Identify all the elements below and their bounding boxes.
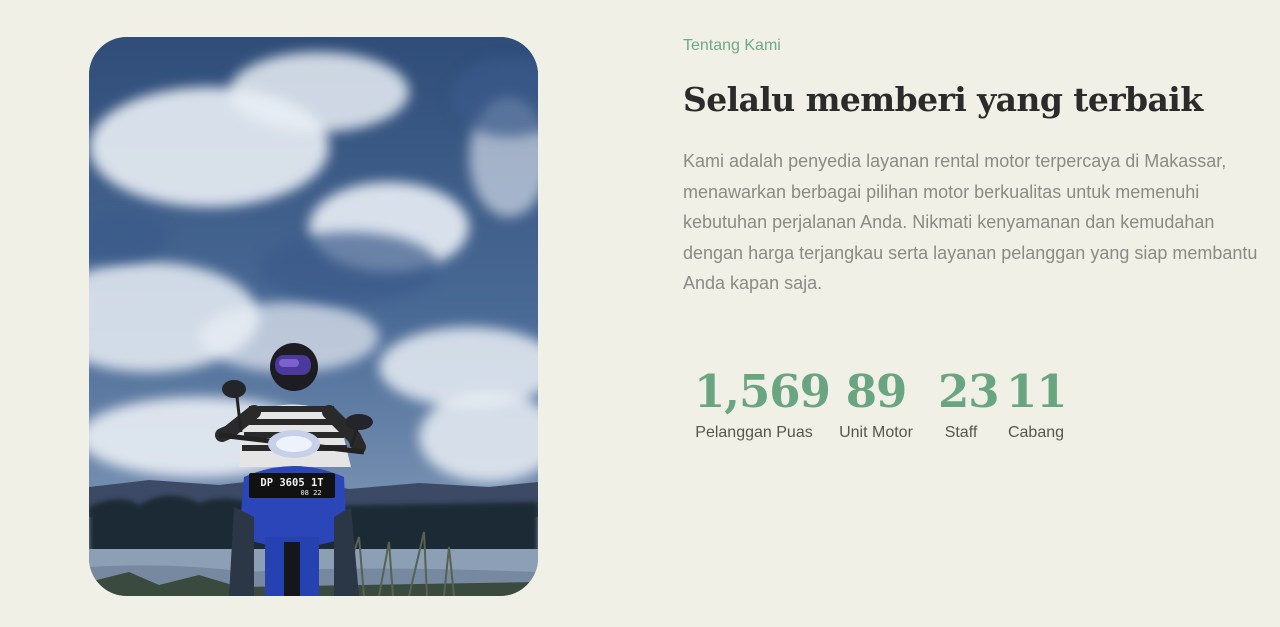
stat-branches: 11 Cabang <box>1006 364 1068 444</box>
stat-value: 89 <box>845 365 908 418</box>
stats-row: 1,569 Pelanggan Puas 89 Unit Motor 23 St… <box>683 364 1103 454</box>
stat-label: Unit Motor <box>839 424 913 441</box>
stat-staff: 23 Staff <box>938 364 1000 444</box>
rider-motorcycle-illustration: DP 3605 1T 08 22 <box>89 37 538 596</box>
stat-label: Pelanggan Puas <box>695 424 813 441</box>
stat-value: 11 <box>1006 365 1068 418</box>
plate-date: 08 22 <box>300 489 321 497</box>
stat-customers: 1,569 Pelanggan Puas <box>694 364 831 444</box>
stat-motor-units: 89 Unit Motor <box>836 364 916 444</box>
stat-value: 1,569 <box>694 365 831 418</box>
plate-number: DP 3605 1T <box>260 477 323 489</box>
about-photo: DP 3605 1T 08 22 <box>89 37 538 596</box>
section-eyebrow: Tentang Kami <box>683 37 781 54</box>
stat-value: 23 <box>938 365 1000 418</box>
section-title: Selalu memberi yang terbaik <box>683 80 1203 119</box>
section-description: Kami adalah penyedia layanan rental moto… <box>683 151 1258 293</box>
stat-label: Staff <box>944 424 978 441</box>
stat-label: Cabang <box>1007 424 1065 441</box>
